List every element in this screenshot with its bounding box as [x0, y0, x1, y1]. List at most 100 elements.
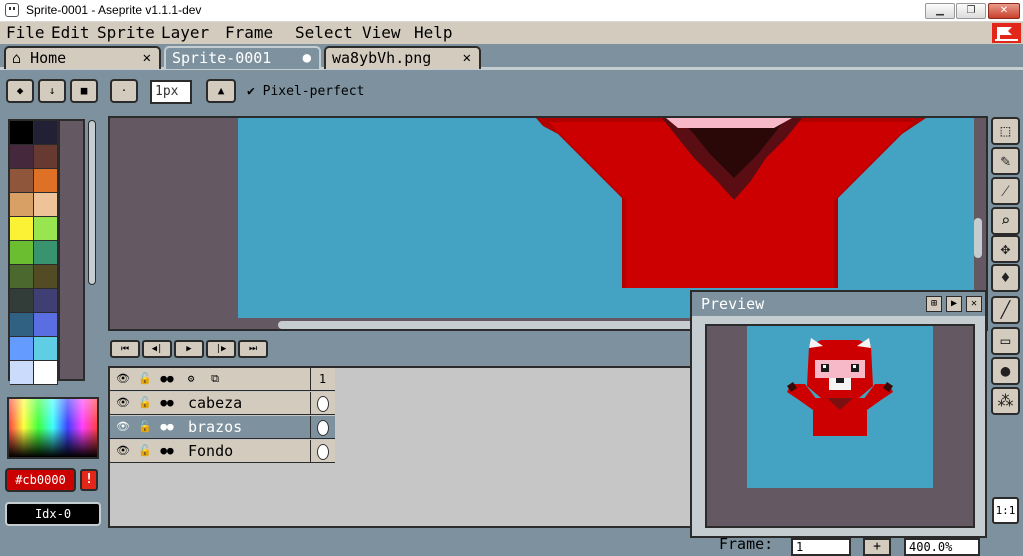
- menu-view[interactable]: View: [362, 23, 401, 43]
- palette-swatch[interactable]: [10, 265, 34, 289]
- next-frame-button[interactable]: |▶: [206, 340, 236, 358]
- dots-icon[interactable]: ●●: [156, 370, 178, 388]
- lock-icon[interactable]: 🔓: [134, 370, 156, 388]
- brush-dot-icon[interactable]: ·: [110, 79, 138, 103]
- palette-swatch[interactable]: [10, 361, 34, 385]
- play-button[interactable]: ▶: [174, 340, 204, 358]
- pencil-icon[interactable]: ✎: [991, 147, 1020, 175]
- brush-square-icon[interactable]: ■: [70, 79, 98, 103]
- palette-swatch[interactable]: [10, 217, 34, 241]
- dots-icon[interactable]: ●●: [156, 394, 178, 412]
- palette-swatch[interactable]: [10, 169, 34, 193]
- palette-swatch[interactable]: [10, 121, 34, 145]
- flag-icon[interactable]: [992, 23, 1021, 43]
- layer-row-brazos[interactable]: 👁 🔓 ●● brazos: [110, 416, 335, 439]
- palette-swatch[interactable]: [10, 241, 34, 265]
- menu-frame[interactable]: Frame: [225, 23, 273, 43]
- rectangle-icon[interactable]: ▭: [991, 327, 1020, 355]
- ink-icon[interactable]: ▲: [206, 79, 236, 103]
- marquee-icon[interactable]: ⬚: [991, 117, 1020, 145]
- background-color-button[interactable]: Idx-0: [5, 502, 101, 526]
- brush-down-icon[interactable]: ↓: [38, 79, 66, 103]
- brush-size-input[interactable]: 1px: [150, 80, 192, 104]
- dots-icon[interactable]: ●●: [156, 418, 178, 436]
- fill-icon[interactable]: ♦: [991, 264, 1020, 292]
- modified-indicator-icon[interactable]: ●: [303, 48, 311, 68]
- layer-row-fondo[interactable]: 👁 🔓 ●● Fondo: [110, 440, 335, 463]
- previous-frame-button[interactable]: ◀|: [142, 340, 172, 358]
- zoom-1to1-button[interactable]: 1:1: [992, 497, 1019, 524]
- frame-header[interactable]: 1: [310, 368, 334, 391]
- menu-layer[interactable]: Layer: [161, 23, 209, 43]
- gear-icon[interactable]: ⚙: [180, 370, 202, 388]
- last-frame-button[interactable]: ⏭: [238, 340, 268, 358]
- menu-select[interactable]: Select: [295, 23, 353, 43]
- preview-center-button[interactable]: ⊞: [926, 296, 942, 312]
- dots-icon[interactable]: ●●: [156, 442, 178, 460]
- palette-swatch[interactable]: [10, 337, 34, 361]
- close-button[interactable]: ✕: [988, 3, 1020, 19]
- palette-swatch[interactable]: [34, 193, 58, 217]
- color-spectrum[interactable]: [7, 397, 99, 459]
- close-tab-icon[interactable]: ✕: [463, 48, 471, 68]
- preview-window[interactable]: Preview ⊞ ▶ ✕: [690, 290, 987, 538]
- palette-swatch[interactable]: [34, 169, 58, 193]
- tab-home[interactable]: ⌂ Home ✕: [4, 46, 161, 69]
- eye-icon[interactable]: 👁: [112, 394, 134, 412]
- menu-edit[interactable]: Edit: [51, 23, 90, 43]
- palette-swatch[interactable]: [34, 289, 58, 313]
- tab-sprite-0001[interactable]: Sprite-0001 ●: [164, 46, 321, 69]
- palette-swatch[interactable]: [10, 193, 34, 217]
- menu-sprite[interactable]: Sprite: [97, 23, 155, 43]
- eye-icon[interactable]: 👁: [112, 370, 134, 388]
- menu-file[interactable]: File: [6, 23, 45, 43]
- eye-icon[interactable]: 👁: [112, 418, 134, 436]
- palette-swatch[interactable]: [10, 145, 34, 169]
- blur-icon[interactable]: ●: [991, 357, 1020, 385]
- preview-viewport[interactable]: [705, 324, 975, 528]
- warning-icon[interactable]: !: [80, 469, 98, 491]
- preview-play-button[interactable]: ▶: [946, 296, 962, 312]
- palette-swatch[interactable]: [34, 313, 58, 337]
- lock-icon[interactable]: 🔓: [134, 442, 156, 460]
- palette-swatch[interactable]: [34, 241, 58, 265]
- first-frame-button[interactable]: ⏮: [110, 340, 140, 358]
- minimize-button[interactable]: ▁: [925, 3, 955, 19]
- palette-swatch[interactable]: [34, 217, 58, 241]
- cel[interactable]: [310, 392, 334, 415]
- move-icon[interactable]: ✥: [991, 235, 1020, 263]
- maximize-button[interactable]: ❐: [956, 3, 986, 19]
- eraser-brush-icon[interactable]: ◆: [6, 79, 34, 103]
- cel[interactable]: [310, 440, 334, 463]
- palette-swatch[interactable]: [34, 361, 58, 385]
- onion-skin-icon[interactable]: ⧉: [204, 370, 226, 388]
- frame-input[interactable]: 1: [791, 538, 851, 556]
- palette-swatch[interactable]: [10, 313, 34, 337]
- color-palette[interactable]: [8, 119, 60, 385]
- sprite-canvas[interactable]: [238, 118, 974, 318]
- eye-icon[interactable]: 👁: [112, 442, 134, 460]
- menu-help[interactable]: Help: [414, 23, 453, 43]
- editor-vertical-scrollbar[interactable]: [974, 218, 982, 258]
- palette-swatch[interactable]: [10, 289, 34, 313]
- add-frame-button[interactable]: +: [863, 538, 891, 556]
- close-tab-icon[interactable]: ✕: [143, 48, 151, 68]
- preview-title-bar[interactable]: Preview ⊞ ▶ ✕: [692, 292, 985, 316]
- palette-swatch[interactable]: [34, 337, 58, 361]
- palette-swatch[interactable]: [34, 265, 58, 289]
- line-icon[interactable]: ╱: [991, 296, 1020, 324]
- zoom-input[interactable]: 400.0%: [904, 538, 980, 556]
- palette-swatch[interactable]: [34, 121, 58, 145]
- palette-swatch[interactable]: [34, 145, 58, 169]
- cel[interactable]: [310, 416, 334, 439]
- palette-scrollbar[interactable]: [88, 120, 96, 285]
- layer-row-cabeza[interactable]: 👁 🔓 ●● cabeza: [110, 392, 335, 415]
- foreground-color-button[interactable]: #cb0000: [5, 468, 76, 492]
- preview-close-button[interactable]: ✕: [966, 296, 982, 312]
- lock-icon[interactable]: 🔓: [134, 394, 156, 412]
- spray-icon[interactable]: ⁂: [991, 387, 1020, 415]
- eyedropper-icon[interactable]: ⁄: [991, 177, 1020, 205]
- timeline[interactable]: 👁 🔓 ●● ⚙ ⧉ 1 👁 🔓 ●● cabeza 👁 🔓 ●● brazos…: [108, 366, 698, 528]
- pixel-perfect-checkbox[interactable]: ✔ Pixel-perfect: [247, 84, 364, 99]
- tab-wa8ybvh[interactable]: wa8ybVh.png ✕: [324, 46, 481, 69]
